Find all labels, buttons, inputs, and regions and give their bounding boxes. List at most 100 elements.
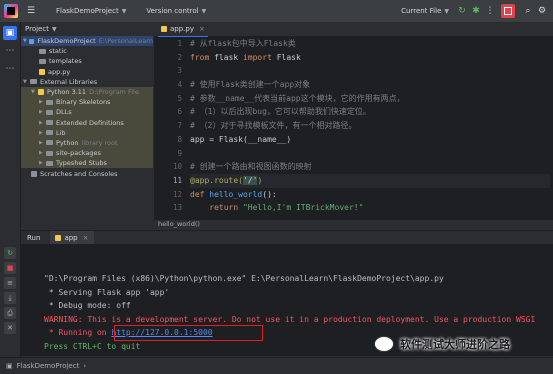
trash-icon[interactable]: ✕ <box>4 322 16 334</box>
tree-item-label: Python 3.11 <box>47 88 87 97</box>
python-file-icon <box>161 26 167 32</box>
status-project[interactable]: FlaskDemoProject <box>17 362 80 370</box>
function-name: hello_world <box>204 189 263 199</box>
code-line: from flask import Flask <box>190 51 550 65</box>
main-menu-icon[interactable]: ☰ <box>24 4 38 18</box>
keyword: from <box>190 52 210 62</box>
tree-item-python-sdk[interactable]: ▼ Python 3.11 D:\Program File <box>21 86 153 98</box>
tree-item-python-library-root[interactable]: ▶ Python library root <box>21 137 153 149</box>
rerun-icon[interactable]: ↻ <box>4 247 16 259</box>
tree-item-hint: library root <box>81 138 118 147</box>
tree-item-label: Lib <box>56 128 66 137</box>
tree-item-app-py[interactable]: app.py <box>21 67 153 77</box>
console-line: "D:\Program Files (x86)\Python\python.ex… <box>44 274 444 283</box>
code-line: # （1）以后出现bug，它可以帮助我们快速定位。 <box>190 105 550 119</box>
tree-item-external-libraries[interactable]: ▼ External Libraries <box>21 77 153 87</box>
breadcrumb[interactable]: hello_world() <box>154 220 553 230</box>
expand-arrow-icon[interactable]: ▼ <box>23 79 30 85</box>
expand-arrow-icon[interactable]: ▶ <box>39 99 46 105</box>
scroll-to-end-icon[interactable]: ⤓ <box>4 292 16 304</box>
vcs-selector[interactable]: Version control ▼ <box>146 7 206 15</box>
comment: # （1）以后出现bug，它可以帮助我们快速定位。 <box>190 107 371 117</box>
tree-item-label: FlaskDemoProject <box>37 37 96 46</box>
settings-gear-icon[interactable]: ⚙ <box>535 4 549 18</box>
tree-item-static[interactable]: static <box>21 46 153 56</box>
project-panel-title: Project <box>25 25 49 33</box>
ide-logo-icon <box>4 4 18 18</box>
tab-app-py[interactable]: app.py × <box>158 22 208 38</box>
project-selector[interactable]: FlaskDemoProject ▼ <box>56 7 126 15</box>
tree-item-extended-definitions[interactable]: ▶ Extended Definitions <box>21 117 153 128</box>
print-icon[interactable]: ⎙ <box>4 307 16 319</box>
expand-arrow-icon[interactable]: ▶ <box>39 160 46 166</box>
close-tab-icon[interactable]: × <box>83 234 89 242</box>
more-tools-icon[interactable]: ⋯ <box>3 62 17 76</box>
tree-item-path: E:\PersonalLearn <box>98 37 153 46</box>
decorator-paren: ) <box>257 175 263 185</box>
stop-button[interactable] <box>501 4 515 18</box>
expand-arrow-icon[interactable]: ▼ <box>23 38 29 44</box>
tree-item-dlls[interactable]: ▶ DLLs <box>21 107 153 118</box>
expand-arrow-icon[interactable]: ▶ <box>39 150 46 156</box>
line-number: 7 <box>177 121 182 131</box>
editor-tab-bar: app.py × <box>154 22 553 38</box>
tree-item-project-root[interactable]: ▼ FlaskDemoProject E:\PersonalLearn <box>21 36 153 47</box>
run-config-selector[interactable]: Current File ▼ <box>401 7 449 15</box>
code-line: # 从flask包中导入Flask类 <box>190 37 550 51</box>
string: "Hello,I'm ITBrickMover!" <box>242 203 364 213</box>
tree-item-path: D:\Program File <box>89 88 139 97</box>
code-text: app = Flask(__name__) <box>190 134 292 144</box>
tab-label: app <box>64 234 78 242</box>
console-line: * Debug mode: off <box>44 301 131 310</box>
folder-icon <box>46 130 53 136</box>
line-number: 12 <box>172 189 182 199</box>
code-line: def hello_world(): <box>190 188 550 202</box>
folder-icon <box>46 99 53 105</box>
soft-wrap-icon[interactable]: ≡ <box>4 277 16 289</box>
folder-icon <box>46 150 53 156</box>
chevron-down-icon: ▼ <box>121 7 127 15</box>
tree-item-label: Typeshed Stubs <box>56 159 107 168</box>
expand-arrow-icon[interactable]: ▶ <box>39 109 46 115</box>
line-number: 13 <box>172 203 182 213</box>
keyword: return <box>190 203 243 213</box>
code-editor[interactable]: 1 2 3 4 5 6 7 8 9 10 11 12 13 # 从flask包中… <box>154 37 553 220</box>
tree-item-label: Scratches and Consoles <box>40 169 118 178</box>
project-tool-icon[interactable]: ▣ <box>3 26 17 40</box>
line-number: 9 <box>177 148 182 158</box>
expand-arrow-icon[interactable]: ▶ <box>39 120 46 126</box>
string: '/' <box>242 175 258 185</box>
search-everywhere-icon[interactable]: ⌕ <box>521 4 535 18</box>
close-tab-icon[interactable]: × <box>199 25 205 33</box>
comment: # 创建一个路由和视图函数的映射 <box>190 162 312 172</box>
rerun-icon[interactable]: ↻ <box>455 4 469 18</box>
stop-icon[interactable]: ■ <box>4 262 16 274</box>
expand-arrow-icon[interactable]: ▼ <box>31 89 38 95</box>
tree-item-lib[interactable]: ▶ Lib <box>21 127 153 138</box>
tree-item-label: Extended Definitions <box>56 118 124 127</box>
code-line: # 创建一个路由和视图函数的映射 <box>190 160 550 174</box>
line-number: 5 <box>177 93 182 103</box>
project-panel-header[interactable]: Project ▼ <box>21 22 153 36</box>
chevron-down-icon: ▼ <box>51 25 57 33</box>
debug-icon[interactable]: ✱ <box>469 4 483 18</box>
run-toolbar: ↻ ■ ≡ ⤓ ⎙ ✕ <box>0 244 20 356</box>
tree-item-typeshed-stubs[interactable]: ▶ Typeshed Stubs <box>21 158 153 169</box>
code-area[interactable]: # 从flask包中导入Flask类 from flask import Fla… <box>190 37 550 215</box>
class-name: Flask <box>271 52 301 62</box>
tree-item-scratches[interactable]: Scratches and Consoles <box>21 168 153 178</box>
tree-item-binary-skeletons[interactable]: ▶ Binary Skeletons <box>21 97 153 108</box>
line-number: 11 <box>172 175 182 185</box>
tree-item-site-packages[interactable]: ▶ site-packages <box>21 148 153 159</box>
structure-tool-icon[interactable]: ⋯ <box>3 44 17 58</box>
watermark-text: 软件测试大师进阶之路 <box>400 338 510 351</box>
tab-run-app[interactable]: app × <box>50 231 94 245</box>
expand-arrow-icon[interactable]: ▶ <box>39 140 46 146</box>
folder-icon <box>28 38 35 44</box>
expand-arrow-icon[interactable]: ▶ <box>39 130 46 136</box>
line-number: 2 <box>177 52 182 62</box>
run-config-label: Current File <box>401 7 442 15</box>
tree-item-templates[interactable]: templates <box>21 56 153 66</box>
tree-item-label: Binary Skeletons <box>56 98 111 107</box>
more-actions-icon[interactable]: ⋮ <box>483 4 497 18</box>
